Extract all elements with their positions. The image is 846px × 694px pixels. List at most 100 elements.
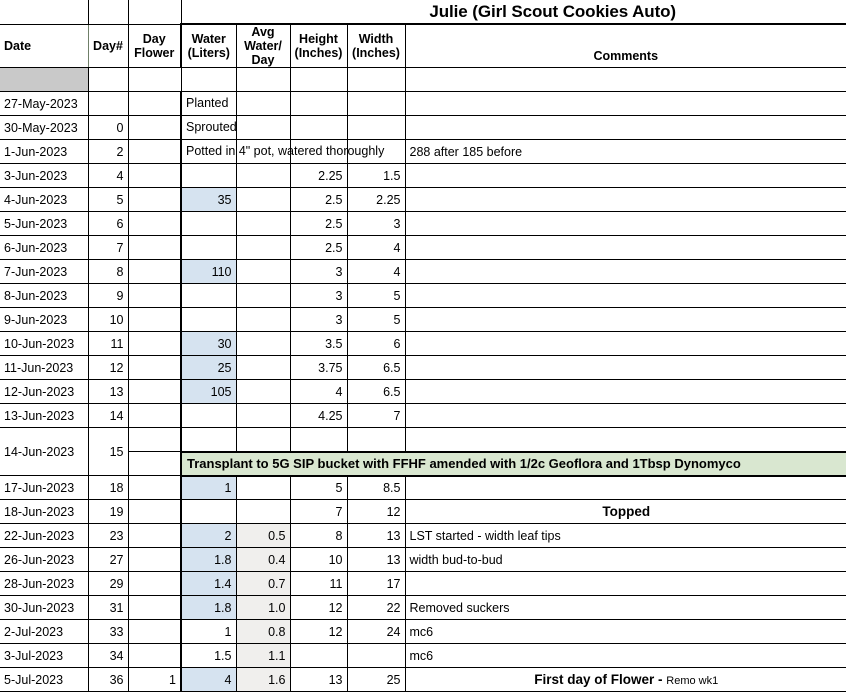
cell-width[interactable]: 4 [347,235,406,260]
cell-comments[interactable] [405,379,846,404]
cell-avg-water[interactable] [236,187,291,212]
cell-day[interactable]: 7 [88,235,129,260]
cell-water[interactable] [180,163,237,188]
cell-width[interactable]: 8.5 [347,475,406,500]
table-row[interactable]: 30-Jun-2023 31 1.8 1.0 12 22 Removed suc… [0,595,846,620]
cell-comments[interactable] [405,187,846,212]
cell-width[interactable] [347,427,406,452]
cell-date[interactable]: 5-Jun-2023 [0,211,89,236]
cell-water[interactable] [180,427,237,452]
cell-avg-water[interactable] [236,115,291,140]
cell-height[interactable]: 2.5 [290,187,348,212]
cell-day[interactable]: 5 [88,187,129,212]
cell-height[interactable]: 4 [290,379,348,404]
cell-water[interactable]: 25 [180,355,237,380]
cell-water[interactable] [180,283,237,308]
cell-day[interactable]: 31 [88,595,129,620]
cell-date[interactable]: 2-Jul-2023 [0,619,89,644]
cell-water[interactable]: 1 [180,475,237,500]
table-row[interactable]: 11-Jun-2023 12 25 3.75 6.5 [0,355,846,380]
cell-day[interactable]: 11 [88,331,129,356]
cell-day[interactable]: 18 [88,475,129,500]
cell-date[interactable]: 26-Jun-2023 [0,547,89,572]
cell-avg-water[interactable]: 1.1 [236,643,291,668]
cell-date[interactable]: 9-Jun-2023 [0,307,89,332]
cell-height[interactable]: 3 [290,259,348,284]
table-row[interactable]: 27-May-2023 Planted [0,91,846,116]
cell-date[interactable]: 17-Jun-2023 [0,475,89,500]
cell-height[interactable]: 3.5 [290,331,348,356]
cell-avg-water[interactable]: 0.8 [236,619,291,644]
first-flower-banner[interactable]: First day of Flower - Remo wk1 [405,667,846,692]
cell-width[interactable]: 3 [347,211,406,236]
cell-water[interactable]: 4 [180,667,237,692]
cell-avg-water[interactable] [236,259,291,284]
cell-day[interactable] [88,91,129,116]
cell-date[interactable]: 1-Jun-2023 [0,139,89,164]
cell-width[interactable]: 6 [347,331,406,356]
cell-water[interactable] [180,499,237,524]
cell-avg-water[interactable]: 1.0 [236,595,291,620]
cell-date[interactable]: 5-Jul-2023 [0,667,89,692]
table-row[interactable]: 4-Jun-2023 5 35 2.5 2.25 [0,187,846,212]
cell-height[interactable]: 12 [290,595,348,620]
cell-width[interactable] [347,115,406,140]
cell-height[interactable]: 7 [290,499,348,524]
table-row[interactable]: 8-Jun-2023 9 3 5 [0,283,846,308]
cell-comments[interactable] [405,235,846,260]
cell-avg-water[interactable] [236,163,291,188]
cell-water[interactable]: 1.8 [180,547,237,572]
cell-avg-water[interactable] [236,235,291,260]
cell-width[interactable]: 25 [347,667,406,692]
table-row[interactable]: 5-Jul-2023 36 1 4 1.6 13 25 First day of… [0,667,846,692]
table-row[interactable]: 7-Jun-2023 8 110 3 4 [0,259,846,284]
cell-height[interactable]: 5 [290,475,348,500]
cell-date[interactable]: 12-Jun-2023 [0,379,89,404]
cell-day[interactable]: 4 [88,163,129,188]
cell-day-flower[interactable] [128,331,182,356]
cell-day-flower[interactable] [128,523,182,548]
table-row[interactable]: 5-Jun-2023 6 2.5 3 [0,211,846,236]
cell-avg-water[interactable] [236,331,291,356]
cell-comments[interactable]: mc6 [405,619,846,644]
cell-day-flower[interactable]: 1 [128,667,182,692]
cell-comments[interactable]: width bud-to-bud [405,547,846,572]
cell-day[interactable]: 9 [88,283,129,308]
cell-day-flower[interactable] [128,643,182,668]
cell-water[interactable]: Potted in 4" pot, watered thoroughly [180,139,384,164]
cell-day-flower[interactable] [128,427,182,452]
cell-width[interactable]: 22 [347,595,406,620]
cell-day-flower[interactable] [128,115,182,140]
table-row[interactable]: 3-Jun-2023 4 2.25 1.5 [0,163,846,188]
cell-comments[interactable] [405,283,846,308]
cell-avg-water[interactable] [236,283,291,308]
cell-date[interactable]: 8-Jun-2023 [0,283,89,308]
cell-height[interactable]: 2.5 [290,211,348,236]
table-row[interactable]: 12-Jun-2023 13 105 4 6.5 [0,379,846,404]
cell-water[interactable]: 30 [180,331,237,356]
cell-day[interactable]: 0 [88,115,129,140]
cell-water[interactable]: 1.8 [180,595,237,620]
cell-date[interactable]: 28-Jun-2023 [0,571,89,596]
table-row[interactable]: 22-Jun-2023 23 2 0.5 8 13 LST started - … [0,523,846,548]
cell-day-flower[interactable] [128,403,182,428]
cell-day[interactable]: 8 [88,259,129,284]
table-row[interactable]: 30-May-2023 0 Sprouted [0,115,846,140]
cell-width[interactable]: 5 [347,283,406,308]
cell-date[interactable]: 22-Jun-2023 [0,523,89,548]
cell-water[interactable]: Sprouted [180,115,237,140]
table-row[interactable]: 9-Jun-2023 10 3 5 [0,307,846,332]
cell-day-flower[interactable] [128,211,182,236]
cell-date[interactable]: 18-Jun-2023 [0,499,89,524]
cell-day[interactable]: 2 [88,139,129,164]
cell-day[interactable]: 27 [88,547,129,572]
cell-day-flower[interactable] [128,139,182,164]
cell-day-flower[interactable] [128,187,182,212]
cell-water[interactable] [180,235,237,260]
cell-avg-water[interactable] [236,475,291,500]
cell-comments[interactable] [405,427,846,452]
cell-height[interactable]: 3 [290,307,348,332]
cell-avg-water[interactable] [236,379,291,404]
cell-avg-water[interactable] [236,355,291,380]
cell-height[interactable] [290,643,348,668]
